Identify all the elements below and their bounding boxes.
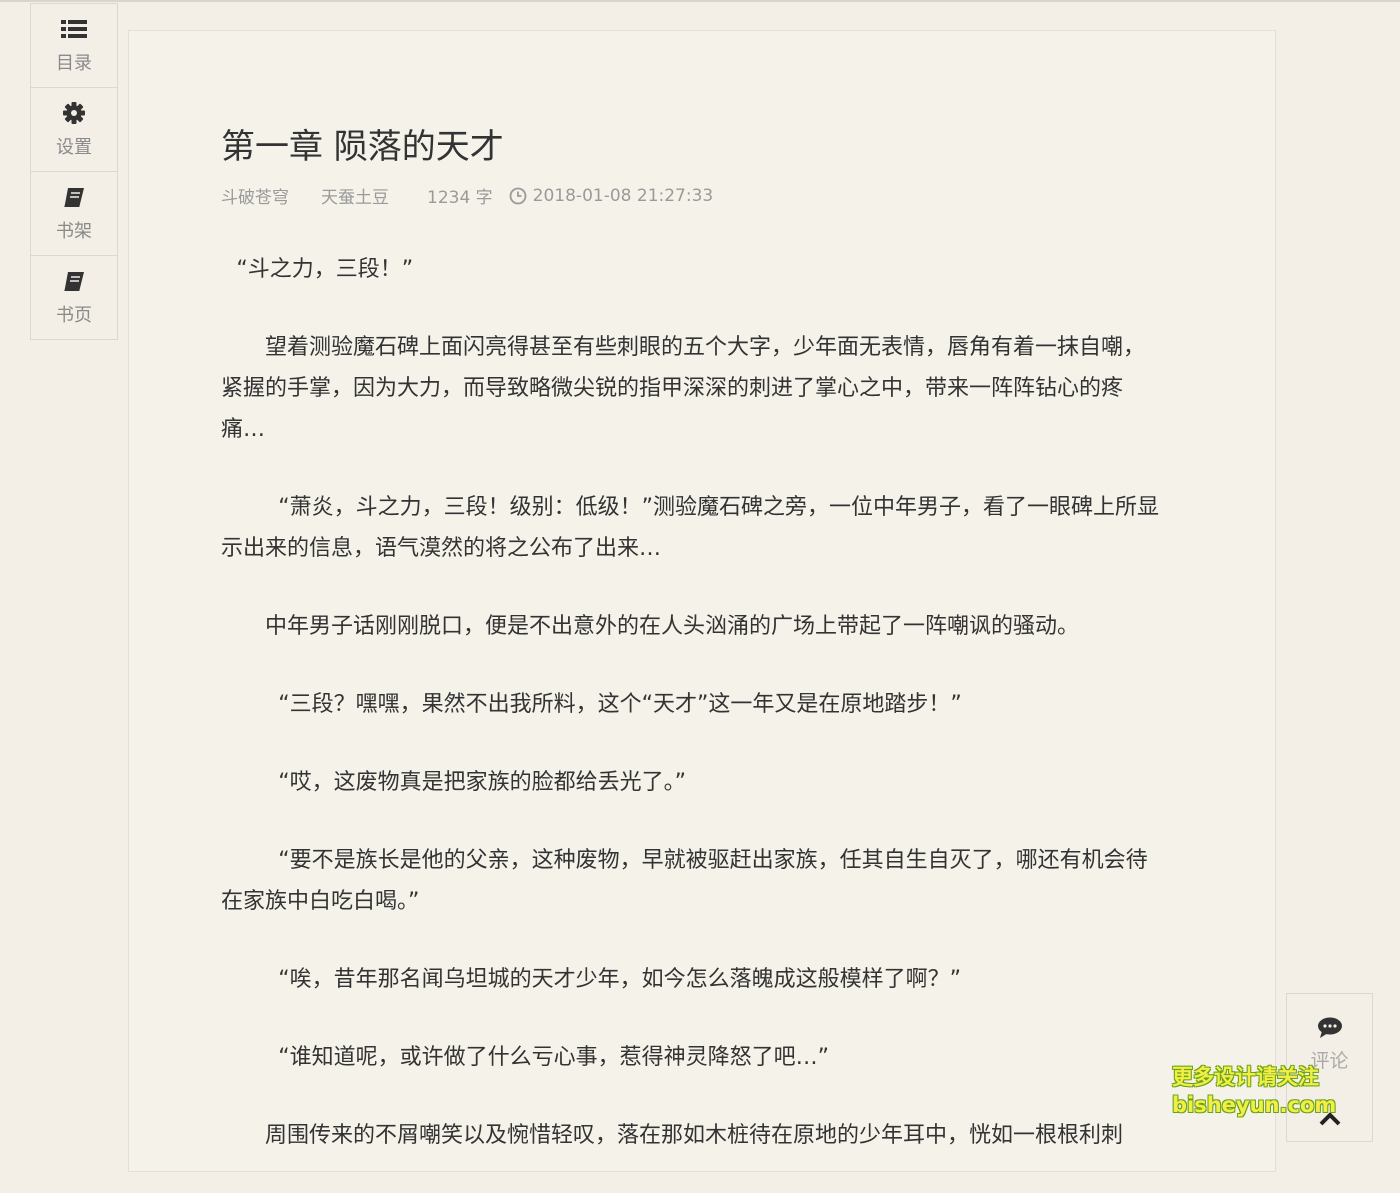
watermark-line-1: 更多设计请关注 — [1172, 1065, 1319, 1089]
watermark: 更多设计请关注 bisheyun.com — [1172, 1063, 1337, 1119]
clock-icon — [509, 187, 527, 205]
watermark-line-2: bisheyun.com — [1172, 1093, 1337, 1117]
nav-item-catalog[interactable]: 目录 — [31, 4, 117, 88]
nav-label-settings: 设置 — [56, 136, 92, 158]
top-border — [0, 0, 1400, 2]
paragraph: “唉，昔年那名闻乌坦城的天才少年，如今怎么落魄成这般模样了啊？” — [278, 967, 961, 992]
book-icon — [63, 185, 85, 209]
paragraph: “萧炎，斗之力，三段！级别：低级！”测验魔石碑之旁，一位中年男子，看了一眼碑上所… — [221, 495, 1159, 561]
nav-item-bookshelf[interactable]: 书架 — [31, 172, 117, 256]
paragraph: “哎，这废物真是把家族的脸都给丢光了。” — [278, 770, 686, 795]
comment-icon — [1317, 1016, 1343, 1040]
nav-label-bookshelf: 书架 — [56, 220, 92, 242]
paragraph: 中年男子话刚刚脱口，便是不出意外的在人头汹涌的广场上带起了一阵嘲讽的骚动。 — [265, 614, 1080, 639]
paragraph: 周围传来的不屑嘲笑以及惋惜轻叹，落在那如木桩待在原地的少年耳中，恍如一根根利刺 — [265, 1123, 1124, 1148]
word-count: 1234 字 — [427, 188, 493, 208]
paragraph: “要不是族长是他的父亲，这种废物，早就被驱赶出家族，任其自生自灭了，哪还有机会待… — [221, 848, 1148, 914]
paragraph: “三段？嘿嘿，果然不出我所料，这个“天才”这一年又是在原地踏步！” — [278, 692, 962, 717]
nav-label-catalog: 目录 — [56, 52, 92, 74]
paragraph: “斗之力，三段！” — [236, 257, 414, 282]
publish-datetime: 2018-01-08 21:27:33 — [532, 185, 714, 206]
chapter-meta: 斗破苍穹 天蚕土豆 1234 字 2018-01-08 21:27:33 — [221, 183, 714, 209]
book-icon — [63, 269, 85, 293]
nav-item-bookpage[interactable]: 书页 — [31, 256, 117, 339]
author-link[interactable]: 天蚕土豆 — [321, 183, 389, 208]
chapter-card: 第一章 陨落的天才 斗破苍穹 天蚕土豆 1234 字 2018-01-08 21… — [128, 30, 1276, 1172]
paragraph: 望着测验魔石碑上面闪亮得甚至有些刺眼的五个大字，少年面无表情，唇角有着一抹自嘲，… — [221, 335, 1146, 442]
side-nav: 目录 设置 书架 书页 — [30, 3, 118, 340]
nav-label-bookpage: 书页 — [56, 304, 92, 326]
paragraph: “谁知道呢，或许做了什么亏心事，惹得神灵降怒了吧…” — [278, 1045, 829, 1070]
chapter-title: 第一章 陨落的天才 — [221, 127, 504, 167]
book-name-link[interactable]: 斗破苍穹 — [221, 183, 289, 208]
chapter-content: “斗之力，三段！” 望着测验魔石碑上面闪亮得甚至有些刺眼的五个大字，少年面无表情… — [221, 249, 1165, 1193]
gear-icon — [63, 101, 85, 125]
nav-item-settings[interactable]: 设置 — [31, 88, 117, 172]
list-icon — [61, 17, 87, 41]
